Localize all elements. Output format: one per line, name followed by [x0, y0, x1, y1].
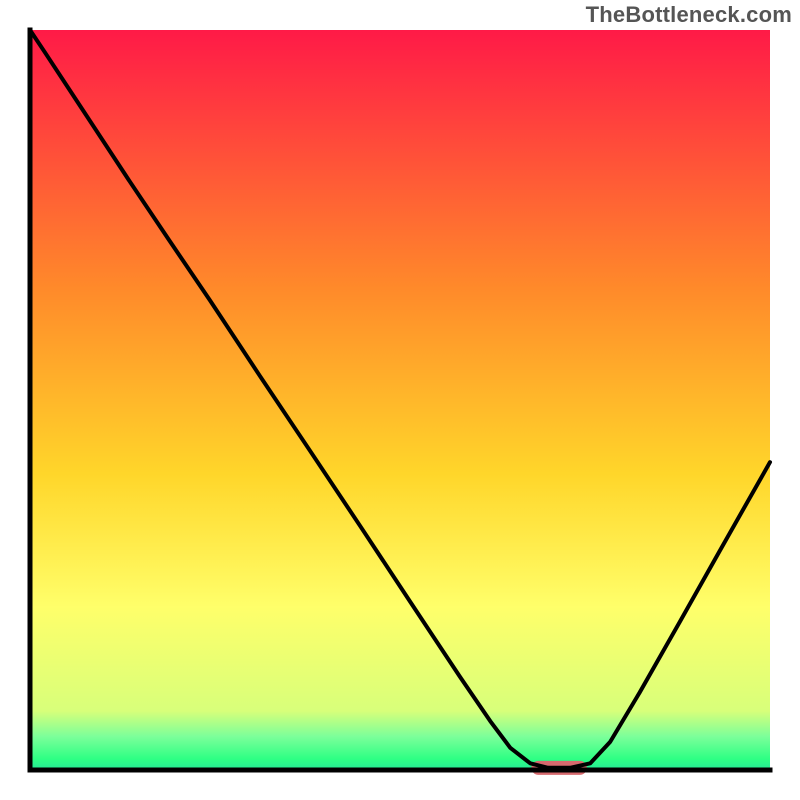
- bottleneck-plot: [0, 0, 800, 800]
- watermark-text: TheBottleneck.com: [586, 2, 792, 28]
- chart-stage: TheBottleneck.com: [0, 0, 800, 800]
